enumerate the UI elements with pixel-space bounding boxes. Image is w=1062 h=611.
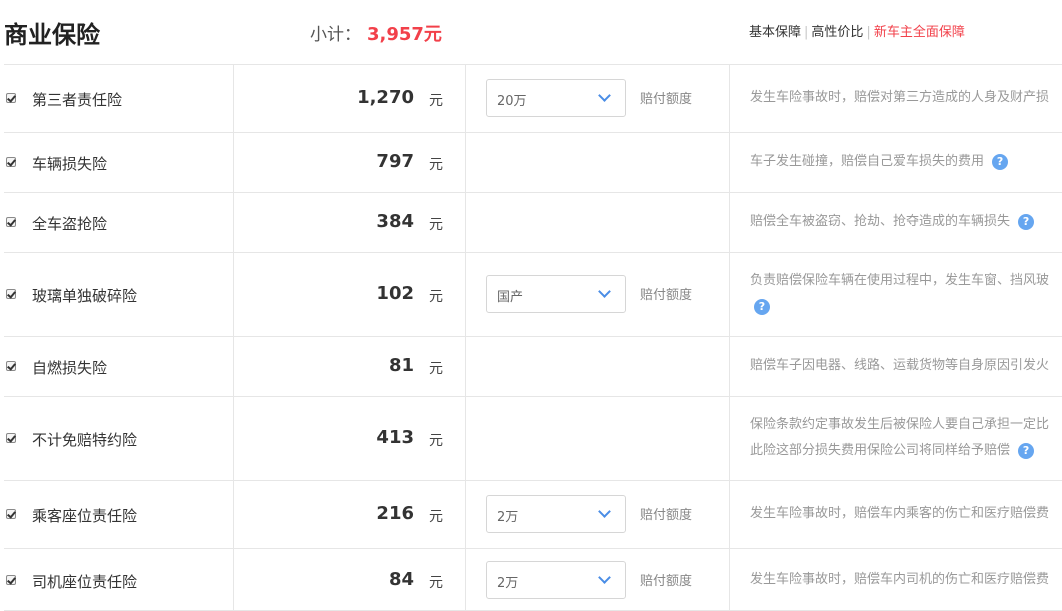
insurance-price: 1,270: [357, 87, 414, 108]
insurance-name: 玻璃单独破碎险: [32, 287, 138, 305]
help-icon[interactable]: ?: [1018, 213, 1035, 230]
table-row: 第三者责任险 1,270 元 20万 赔付额度 发生车险事故时，赔偿对第三方造成的人身及财…: [4, 64, 1062, 132]
insurance-name: 乘客座位责任险: [32, 507, 138, 525]
price-unit: 元: [429, 157, 443, 173]
table-row: 司机座位责任险 84 元 2万 赔付额度 发生车险事故时，赔偿车内司机的伤亡和医疗赔偿费: [4, 548, 1062, 611]
insurance-price: 413: [376, 427, 414, 448]
price-unit: 元: [429, 289, 443, 305]
help-icon[interactable]: ?: [992, 153, 1009, 170]
price-unit: 元: [429, 509, 443, 525]
help-icon[interactable]: ?: [1018, 442, 1035, 459]
table-row: 自燃损失险 81 元 赔偿车子因电器、线路、运载货物等自身原因引发火: [4, 336, 1062, 396]
description-line: 发生车险事故时，赔偿车内司机的伤亡和医疗赔偿费: [750, 571, 1050, 587]
row-checkbox[interactable]: [6, 157, 16, 167]
section-title: 商业保险: [4, 21, 100, 49]
insurance-price: 384: [376, 211, 414, 232]
coverage-select[interactable]: 2万: [486, 560, 626, 599]
chevron-down-icon: [598, 505, 611, 518]
section-header: 商业保险 小计： 3,957元 基本保障 | 高性价比 | 新车主全面保障: [0, 0, 1062, 64]
subtotal-amount: 3,957元: [367, 24, 442, 45]
coverage-select[interactable]: 国产: [486, 275, 626, 313]
coverage-select[interactable]: 2万: [486, 495, 626, 533]
row-checkbox[interactable]: [6, 509, 16, 519]
price-unit: 元: [429, 93, 443, 109]
insurance-price: 84: [388, 568, 414, 590]
description-line: 发生车险事故时，赔偿车内乘客的伤亡和医疗赔偿费: [750, 506, 1050, 521]
coverage-select-value: 2万: [497, 510, 519, 525]
price-unit: 元: [429, 574, 443, 591]
price-unit: 元: [429, 217, 443, 233]
row-checkbox[interactable]: [6, 433, 16, 443]
subtotal-label: 小计：: [310, 25, 361, 45]
insurance-description: 发生车险事故时，赔偿车内乘客的伤亡和医疗赔偿费: [750, 501, 1062, 527]
insurance-description: 赔偿车子因电器、线路、运载货物等自身原因引发火: [750, 353, 1062, 379]
table-row: 玻璃单独破碎险 102 元 国产 赔付额度 负责赔偿保险车辆在使用过程中，发生车窗、挡风玻…: [4, 252, 1062, 336]
description-line: 保险条款约定事故发生后被保险人要自己承担一定比: [750, 417, 1050, 432]
coverage-label: 赔付额度: [640, 288, 693, 303]
price-unit: 元: [429, 433, 443, 449]
description-line: 车子发生碰撞，赔偿自己爱车损失的费用: [750, 154, 985, 169]
description-line: 发生车险事故时，赔偿对第三方造成的人身及财产损: [750, 90, 1050, 105]
plan-divider: |: [866, 25, 871, 40]
coverage-label: 赔付额度: [640, 573, 693, 589]
coverage-select-value: 20万: [497, 94, 527, 109]
insurance-name: 车辆损失险: [32, 155, 108, 173]
insurance-description: 负责赔偿保险车辆在使用过程中，发生车窗、挡风玻?: [750, 268, 1062, 320]
plan-full-link[interactable]: 新车主全面保障: [874, 25, 965, 40]
description-line: 赔偿全车被盗窃、抢劫、抢夺造成的车辆损失: [750, 214, 1011, 229]
plan-selector: 基本保障 | 高性价比 | 新车主全面保障: [749, 21, 965, 40]
subtotal: 小计： 3,957元: [310, 20, 442, 46]
row-checkbox[interactable]: [6, 289, 16, 299]
coverage-select-value: 国产: [497, 290, 524, 305]
insurance-table: 第三者责任险 1,270 元 20万 赔付额度 发生车险事故时，赔偿对第三方造成的人身及财…: [4, 64, 1062, 611]
coverage-label: 赔付额度: [640, 92, 693, 107]
insurance-name: 全车盗抢险: [32, 215, 108, 233]
chevron-down-icon: [598, 89, 611, 102]
insurance-name: 第三者责任险: [32, 91, 123, 109]
plan-value-link[interactable]: 高性价比: [811, 25, 863, 40]
description-line: 负责赔偿保险车辆在使用过程中，发生车窗、挡风玻: [750, 273, 1050, 288]
row-checkbox[interactable]: [6, 217, 16, 227]
insurance-price: 216: [376, 503, 414, 524]
insurance-description: 发生车险事故时，赔偿对第三方造成的人身及财产损: [750, 85, 1062, 111]
chevron-down-icon: [598, 285, 611, 298]
table-row: 全车盗抢险 384 元 赔偿全车被盗窃、抢劫、抢夺造成的车辆损失?: [4, 192, 1062, 252]
insurance-price: 102: [376, 283, 414, 304]
plan-basic-link[interactable]: 基本保障: [749, 25, 801, 40]
price-unit: 元: [429, 361, 443, 377]
insurance-price: 797: [376, 151, 414, 172]
insurance-name: 不计免赔特约险: [32, 431, 138, 449]
chevron-down-icon: [598, 570, 611, 584]
insurance-name: 司机座位责任险: [32, 572, 138, 591]
coverage-select-value: 2万: [497, 575, 519, 591]
plan-divider: |: [804, 25, 809, 40]
row-checkbox[interactable]: [6, 361, 16, 371]
description-line: 此险这部分损失费用保险公司将同样给予赔偿: [750, 443, 1011, 458]
table-row: 乘客座位责任险 216 元 2万 赔付额度 发生车险事故时，赔偿车内乘客的伤亡和医疗赔偿费: [4, 480, 1062, 548]
table-row: 车辆损失险 797 元 车子发生碰撞，赔偿自己爱车损失的费用?: [4, 132, 1062, 192]
row-checkbox[interactable]: [6, 574, 16, 585]
insurance-description: 车子发生碰撞，赔偿自己爱车损失的费用?: [750, 149, 1062, 175]
row-checkbox[interactable]: [6, 93, 16, 103]
coverage-label: 赔付额度: [640, 508, 693, 523]
insurance-description: 发生车险事故时，赔偿车内司机的伤亡和医疗赔偿费: [750, 567, 1062, 593]
insurance-description: 保险条款约定事故发生后被保险人要自己承担一定比 此险这部分损失费用保险公司将同样给…: [750, 412, 1062, 464]
help-icon[interactable]: ?: [754, 298, 770, 315]
insurance-name: 自燃损失险: [32, 359, 108, 377]
description-line: 赔偿车子因电器、线路、运载货物等自身原因引发火: [750, 358, 1050, 373]
insurance-price: 81: [388, 355, 414, 376]
insurance-description: 赔偿全车被盗窃、抢劫、抢夺造成的车辆损失?: [750, 209, 1062, 235]
coverage-select[interactable]: 20万: [486, 79, 626, 117]
table-row: 不计免赔特约险 413 元 保险条款约定事故发生后被保险人要自己承担一定比 此险这部分损…: [4, 396, 1062, 480]
